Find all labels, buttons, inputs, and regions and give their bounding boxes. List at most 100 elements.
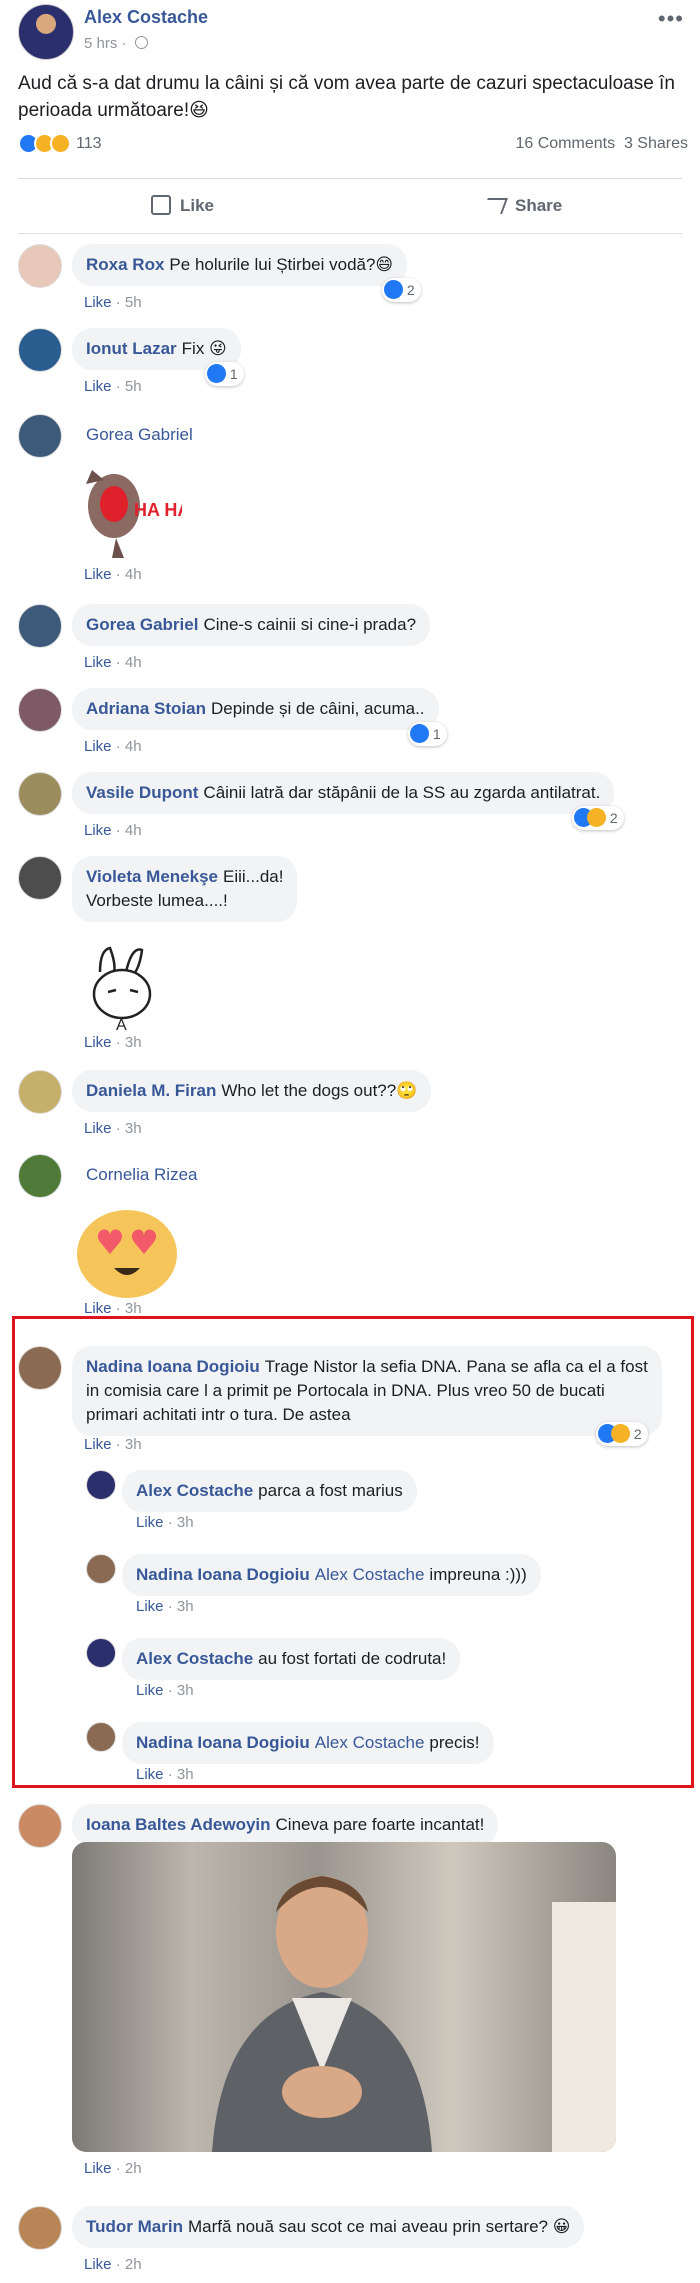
avatar[interactable]	[18, 604, 62, 648]
avatar[interactable]	[18, 1154, 62, 1198]
comment-like-link[interactable]: Like	[84, 822, 112, 839]
reply-tag[interactable]: Alex Costache	[315, 1733, 425, 1752]
more-options-icon[interactable]: •••	[658, 6, 684, 32]
gif-image[interactable]	[72, 1842, 616, 2152]
like-icon	[410, 724, 429, 743]
comment-author[interactable]: Alex Costache	[136, 1649, 253, 1668]
comment-meta: Like · 4h	[84, 822, 142, 839]
comment-bubble: Nadina Ioana Dogioiu Alex Costache precis!	[122, 1722, 494, 1764]
post-author[interactable]: Alex Costache	[84, 7, 208, 28]
comment-author[interactable]: Alex Costache	[136, 1481, 253, 1500]
comment-like-link[interactable]: Like	[136, 1598, 164, 1615]
avatar[interactable]	[18, 2206, 62, 2250]
comment-like-link[interactable]: Like	[84, 1436, 112, 1453]
comment-like-link[interactable]: Like	[136, 1682, 164, 1699]
avatar[interactable]	[18, 856, 62, 900]
comment-time[interactable]: 3h	[177, 1598, 194, 1615]
avatar[interactable]	[18, 1346, 62, 1390]
comment-author[interactable]: Nadina Ioana Dogioiu	[86, 1357, 260, 1376]
comment-text: Cineva pare foarte incantat!	[275, 1815, 485, 1834]
heart-eyes-emoji-icon[interactable]	[72, 1202, 182, 1302]
comment-time[interactable]: 3h	[125, 1436, 142, 1453]
gif-figure-icon	[212, 1876, 616, 2152]
avatar[interactable]	[18, 772, 62, 816]
comment-author[interactable]: Adriana Stoian	[86, 699, 206, 718]
avatar[interactable]	[18, 688, 62, 732]
comment-time[interactable]: 3h	[125, 1120, 142, 1137]
comment-time[interactable]: 4h	[125, 566, 142, 583]
comment-reactions[interactable]: 2	[596, 1422, 648, 1446]
comment-like-link[interactable]: Like	[84, 566, 112, 583]
comment-time[interactable]: 4h	[125, 654, 142, 671]
sticker-bunny-icon[interactable]: A	[80, 942, 170, 1032]
avatar[interactable]	[86, 1554, 116, 1584]
gif-side-figure	[552, 1902, 616, 2152]
comment-reactions[interactable]: 1	[408, 722, 447, 746]
comment-author[interactable]: Gorea Gabriel	[86, 425, 193, 444]
sticker-haha-icon[interactable]: HA HA	[72, 458, 182, 568]
comment-like-link[interactable]: Like	[84, 1034, 112, 1051]
reactions-bar[interactable]: 113 16 Comments 3 Shares	[18, 133, 688, 163]
comment-like-link[interactable]: Like	[84, 738, 112, 755]
comment-like-link[interactable]: Like	[136, 1514, 164, 1531]
comment-text: impreuna :)))	[429, 1565, 527, 1584]
like-button[interactable]: Like	[151, 179, 214, 233]
comment-time[interactable]: 3h	[125, 1034, 142, 1051]
reply-tag[interactable]: Alex Costache	[315, 1565, 425, 1584]
share-button[interactable]: Share	[482, 179, 562, 233]
reaction-count: 2	[633, 1426, 642, 1442]
comment-author[interactable]: Gorea Gabriel	[86, 615, 198, 634]
comment-like-link[interactable]: Like	[84, 654, 112, 671]
comment-time[interactable]: 3h	[125, 1300, 142, 1317]
comment-like-link[interactable]: Like	[136, 1766, 164, 1783]
avatar[interactable]	[18, 1804, 62, 1848]
comment-author[interactable]: Ionut Lazar	[86, 339, 177, 358]
comment-author[interactable]: Daniela M. Firan	[86, 1081, 216, 1100]
comment-author[interactable]: Nadina Ioana Dogioiu	[136, 1565, 310, 1584]
comment-like-link[interactable]: Like	[84, 294, 112, 311]
comment-time[interactable]: 4h	[125, 822, 142, 839]
reaction-count[interactable]: 113	[76, 135, 102, 153]
comment-time[interactable]: 3h	[177, 1766, 194, 1783]
comment-author[interactable]: Ioana Baltes Adewoyin	[86, 1815, 271, 1834]
shares-count[interactable]: 3 Shares	[624, 135, 688, 152]
comment-meta: Like · 3h	[84, 1120, 142, 1137]
comment-author[interactable]: Tudor Marin	[86, 2217, 183, 2236]
comment-author[interactable]: Roxa Rox	[86, 255, 164, 274]
avatar[interactable]	[18, 244, 62, 288]
comment-like-link[interactable]: Like	[84, 1300, 112, 1317]
avatar[interactable]	[18, 328, 62, 372]
avatar[interactable]	[18, 4, 74, 60]
post-time-label[interactable]: 5 hrs	[84, 35, 117, 52]
comment-reactions[interactable]: 2	[572, 806, 624, 830]
comment-author[interactable]: Nadina Ioana Dogioiu	[136, 1733, 310, 1752]
comment-like-link[interactable]: Like	[84, 2256, 112, 2273]
comment-time[interactable]: 4h	[125, 738, 142, 755]
comment-time[interactable]: 2h	[125, 2256, 142, 2273]
comment-meta: Like · 3h	[136, 1598, 194, 1615]
comment-time[interactable]: 3h	[177, 1514, 194, 1531]
comment-time[interactable]: 3h	[177, 1682, 194, 1699]
comment-author[interactable]: Vasile Dupont	[86, 783, 198, 802]
avatar[interactable]	[86, 1470, 116, 1500]
comment-like-link[interactable]: Like	[84, 2160, 112, 2177]
comment-time[interactable]: 5h	[125, 294, 142, 311]
comment-author[interactable]: Violeta Menekşe	[86, 867, 218, 886]
comment-reactions[interactable]: 2	[382, 278, 421, 302]
comment-author[interactable]: Cornelia Rizea	[86, 1165, 198, 1184]
comment-like-link[interactable]: Like	[84, 1120, 112, 1137]
avatar[interactable]	[18, 414, 62, 458]
comment-reactions[interactable]: 1	[205, 362, 244, 386]
avatar[interactable]	[18, 1070, 62, 1114]
comment-like-link[interactable]: Like	[84, 378, 112, 395]
comment-bubble: Nadina Ioana Dogioiu Alex Costache impreun…	[122, 1554, 541, 1596]
avatar[interactable]	[86, 1722, 116, 1752]
comment-bubble: Ioana Baltes Adewoyin Cineva pare foarte …	[72, 1804, 499, 1846]
post-time[interactable]: 5 hrs ·	[84, 35, 148, 52]
like-icon	[384, 280, 403, 299]
avatar[interactable]	[86, 1638, 116, 1668]
comments-count[interactable]: 16 Comments	[515, 135, 615, 152]
comment-time[interactable]: 5h	[125, 378, 142, 395]
comment-time[interactable]: 2h	[125, 2160, 142, 2177]
emoji-face	[77, 1210, 177, 1298]
